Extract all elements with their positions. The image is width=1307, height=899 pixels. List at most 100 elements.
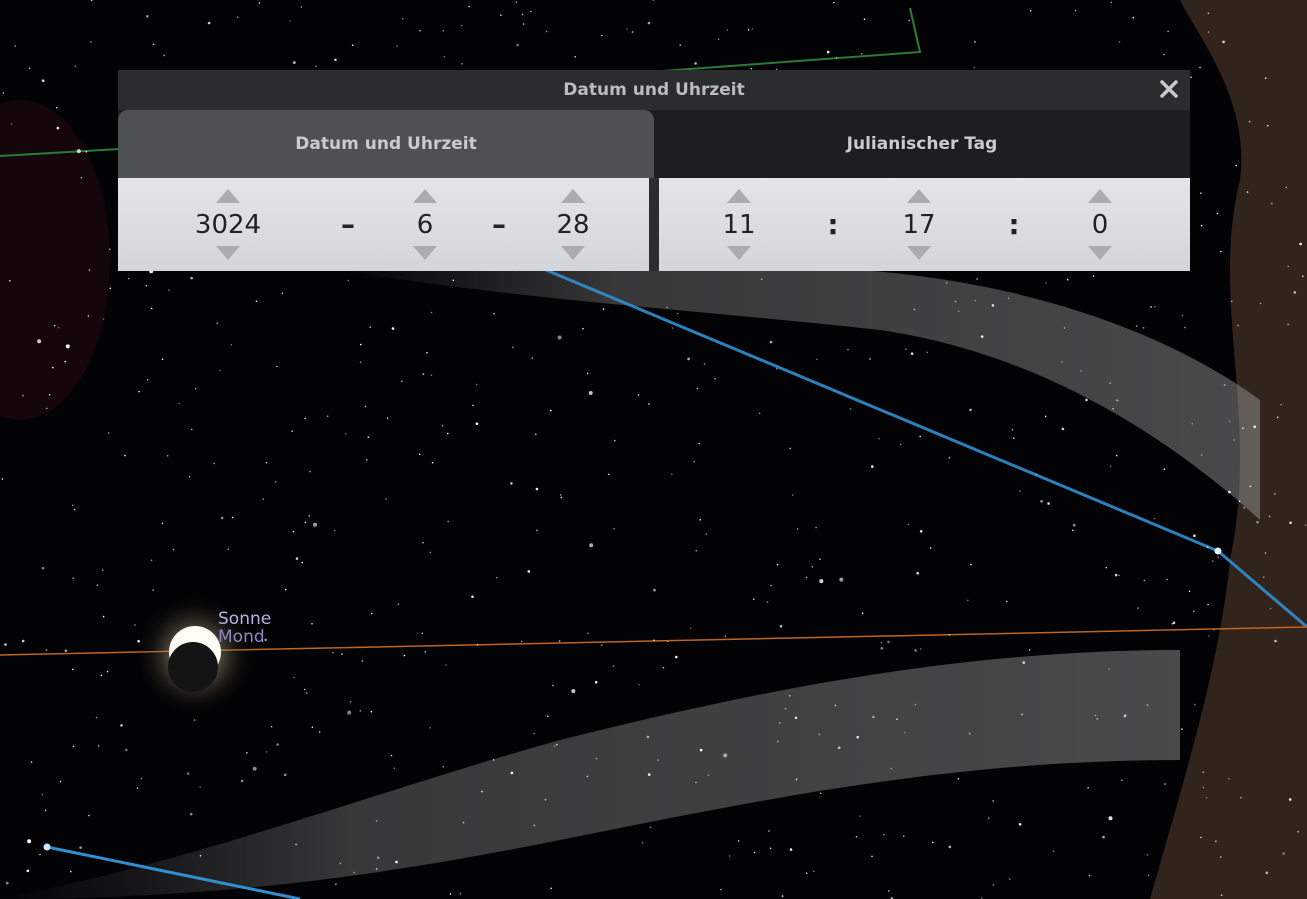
star (1164, 783, 1166, 785)
star (1147, 874, 1150, 877)
star (27, 839, 32, 844)
star (308, 515, 311, 517)
star (849, 408, 852, 410)
star (880, 647, 884, 650)
month-value[interactable]: 6 (385, 208, 465, 242)
star (1118, 574, 1120, 577)
star (1116, 454, 1118, 457)
tab-julian-day[interactable]: Julianischer Tag (654, 110, 1190, 178)
star (390, 754, 393, 757)
star (1022, 661, 1026, 664)
star (258, 2, 261, 4)
star (1153, 517, 1156, 520)
star (805, 576, 808, 579)
star (304, 688, 306, 691)
star (582, 327, 584, 330)
star (367, 436, 370, 439)
star (138, 390, 140, 393)
star (1237, 324, 1239, 327)
star (293, 676, 295, 679)
star (1202, 771, 1205, 773)
star (819, 558, 821, 561)
second-up-button[interactable] (1088, 189, 1112, 203)
day-down-button[interactable] (561, 246, 585, 260)
hour-value[interactable]: 11 (699, 208, 779, 242)
hour-down-button[interactable] (727, 246, 751, 260)
year-value[interactable]: 3024 (188, 208, 268, 242)
tab-date-time[interactable]: Datum und Uhrzeit (118, 110, 654, 178)
star (550, 409, 552, 412)
star (375, 868, 378, 870)
triangle-up-icon (1088, 189, 1112, 203)
star (899, 443, 902, 446)
sun-label[interactable]: Sonne (218, 611, 271, 628)
star (638, 683, 640, 686)
star (932, 841, 934, 844)
star (1013, 437, 1015, 440)
second-down-button[interactable] (1088, 246, 1112, 260)
star (124, 454, 126, 457)
star (65, 344, 70, 349)
minute-value[interactable]: 17 (879, 208, 959, 242)
year-up-button[interactable] (216, 189, 240, 203)
star (1282, 852, 1285, 855)
star (70, 870, 72, 873)
day-value[interactable]: 28 (533, 208, 613, 242)
second-value[interactable]: 0 (1060, 208, 1140, 242)
star (1269, 607, 1272, 610)
star (1115, 399, 1118, 402)
star (1230, 300, 1233, 303)
star (1248, 120, 1251, 123)
star (339, 862, 342, 865)
star (152, 589, 154, 591)
star (1220, 856, 1222, 858)
star (301, 561, 304, 564)
star (728, 855, 731, 857)
star (1108, 816, 1113, 821)
star (396, 45, 398, 47)
star (903, 835, 905, 837)
star (216, 322, 218, 325)
star (351, 44, 354, 46)
minute-down-button[interactable] (907, 246, 931, 260)
star (72, 745, 75, 748)
hour-up-button[interactable] (727, 189, 751, 203)
month-up-button[interactable] (413, 189, 437, 203)
star (161, 522, 164, 525)
star (789, 447, 791, 450)
star (1222, 40, 1225, 44)
star (283, 773, 287, 777)
month-down-button[interactable] (413, 246, 437, 260)
minute-up-button[interactable] (907, 189, 931, 203)
star (291, 430, 293, 433)
star (1200, 454, 1203, 456)
star (1087, 787, 1089, 789)
star (976, 278, 978, 280)
triangle-up-icon (413, 189, 437, 203)
star (1215, 840, 1217, 842)
star (265, 461, 268, 464)
star (419, 29, 421, 32)
star (442, 765, 445, 768)
day-spinner: 28 (533, 178, 613, 271)
star (707, 774, 710, 776)
star (443, 55, 446, 58)
star (535, 487, 539, 491)
star (431, 461, 434, 464)
star (560, 496, 563, 499)
star (626, 28, 628, 30)
moon-label[interactable]: Mond (218, 629, 265, 646)
close-button[interactable] (1156, 76, 1182, 102)
star (657, 759, 659, 761)
star (919, 530, 923, 533)
dialog-title[interactable]: Datum und Uhrzeit (118, 70, 1190, 110)
star (1240, 796, 1242, 799)
day-up-button[interactable] (561, 189, 585, 203)
year-down-button[interactable] (216, 246, 240, 260)
star (102, 569, 104, 572)
star (1112, 407, 1114, 410)
time-separator: : (1008, 208, 1020, 241)
star (88, 814, 90, 817)
star (980, 335, 984, 338)
star (311, 622, 313, 625)
